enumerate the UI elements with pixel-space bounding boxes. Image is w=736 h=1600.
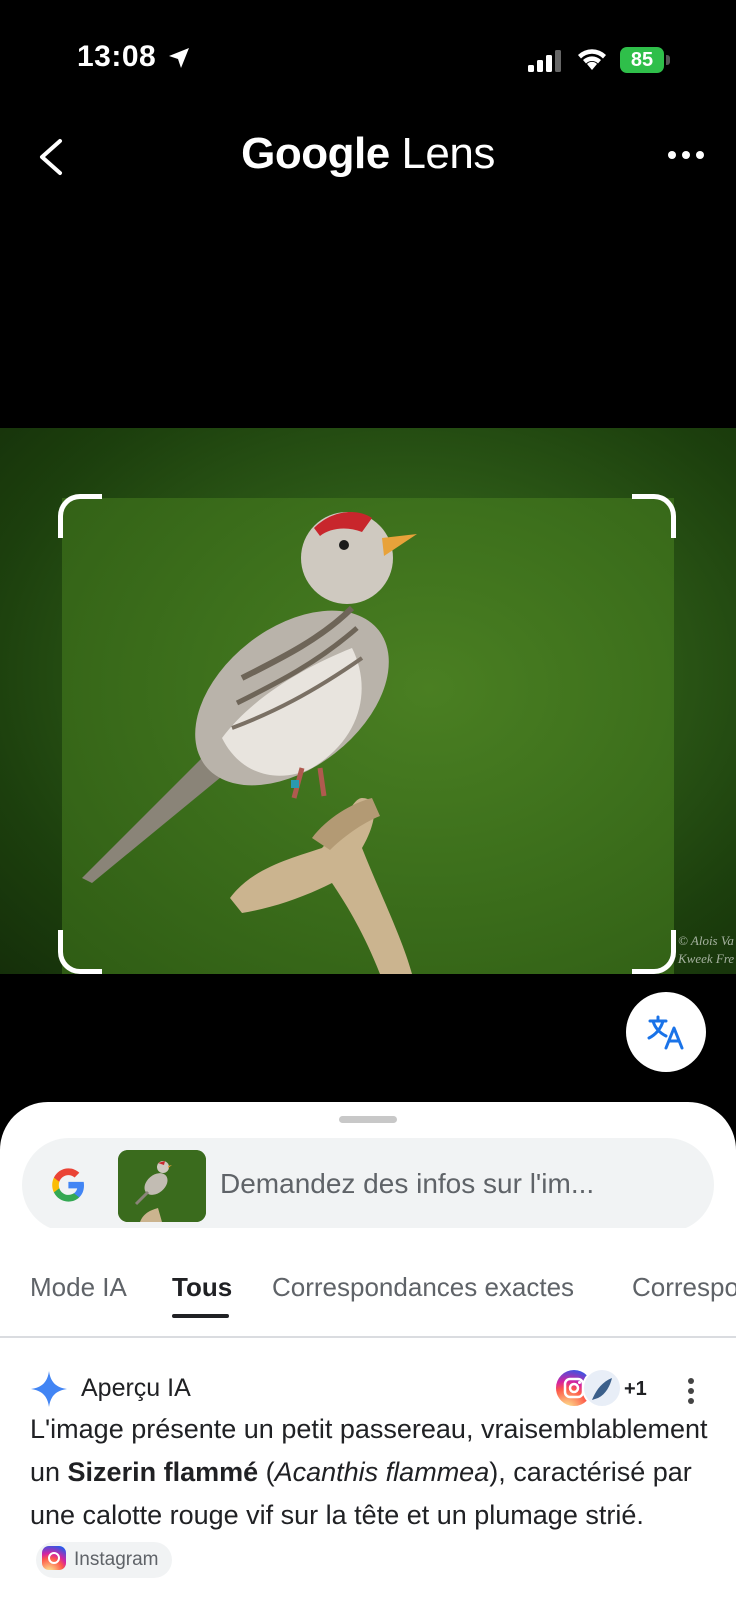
google-logo-icon [52, 1168, 84, 1202]
search-placeholder[interactable]: Demandez des infos sur l'im... [220, 1168, 594, 1200]
tab-tous[interactable]: Tous [172, 1272, 232, 1303]
app-title-brand: Google [241, 129, 390, 178]
selected-image-region[interactable] [62, 498, 674, 974]
watermark-line-2: Kweek Fre [678, 951, 735, 966]
ai-text-scientific-name: Acanthis flammea [274, 1457, 490, 1487]
status-time: 13:08 [77, 40, 157, 73]
search-bar[interactable]: Demandez des infos sur l'im... [22, 1138, 714, 1232]
tab-correspondances-partial[interactable]: Correspo [632, 1272, 736, 1303]
translate-button[interactable] [626, 992, 706, 1072]
wifi-icon [578, 49, 606, 70]
app-title: Google Lens [0, 129, 736, 179]
ai-text-species-name: Sizerin flammé [67, 1457, 259, 1487]
battery-level: 85 [630, 49, 654, 71]
watermark-line-1: © Alois Va [678, 933, 734, 948]
source-chip-label: Instagram [74, 1548, 159, 1570]
tab-correspondances-exactes[interactable]: Correspondances exactes [272, 1272, 574, 1303]
ai-overview-text: L'image présente un petit passereau, vra… [30, 1408, 720, 1580]
app-title-product: Lens [401, 129, 495, 178]
tab-mode-ia[interactable]: Mode IA [30, 1272, 127, 1303]
bird-source-icon [582, 1368, 622, 1408]
crop-handle-bottom-left[interactable] [58, 930, 102, 974]
active-tab-indicator [172, 1314, 229, 1318]
ai-text-segment: ( [258, 1457, 275, 1487]
battery-indicator: 85 [620, 47, 670, 73]
crop-handle-top-right[interactable] [632, 494, 676, 538]
app-header: Google Lens [0, 115, 736, 195]
crop-handle-top-left[interactable] [58, 494, 102, 538]
source-chip-instagram[interactable]: Instagram [36, 1541, 173, 1578]
sparkle-icon [31, 1371, 67, 1407]
cellular-signal-icon [528, 50, 561, 72]
photo-watermark: © Alois Va Kweek Fre [678, 932, 734, 968]
kebab-menu-icon[interactable] [681, 1376, 701, 1406]
instagram-icon [42, 1546, 66, 1571]
status-bar: 13:08 85 [0, 0, 736, 110]
ai-overview-title: Aperçu IA [81, 1374, 191, 1402]
query-image-thumbnail[interactable] [118, 1150, 206, 1222]
translate-icon [647, 1015, 684, 1050]
crop-handle-bottom-right[interactable] [632, 930, 676, 974]
source-avatars[interactable] [554, 1368, 624, 1410]
source-count[interactable]: +1 [624, 1378, 647, 1401]
more-options-icon[interactable] [664, 143, 708, 167]
location-arrow-icon [169, 48, 189, 68]
result-tabs: Mode IA Tous Correspondances exactes Cor… [0, 1228, 736, 1338]
bird-photo [82, 512, 417, 974]
ai-overview-section: Aperçu IA +1 L'image présente un petit p… [0, 1340, 736, 1600]
sheet-drag-handle[interactable] [339, 1116, 397, 1123]
